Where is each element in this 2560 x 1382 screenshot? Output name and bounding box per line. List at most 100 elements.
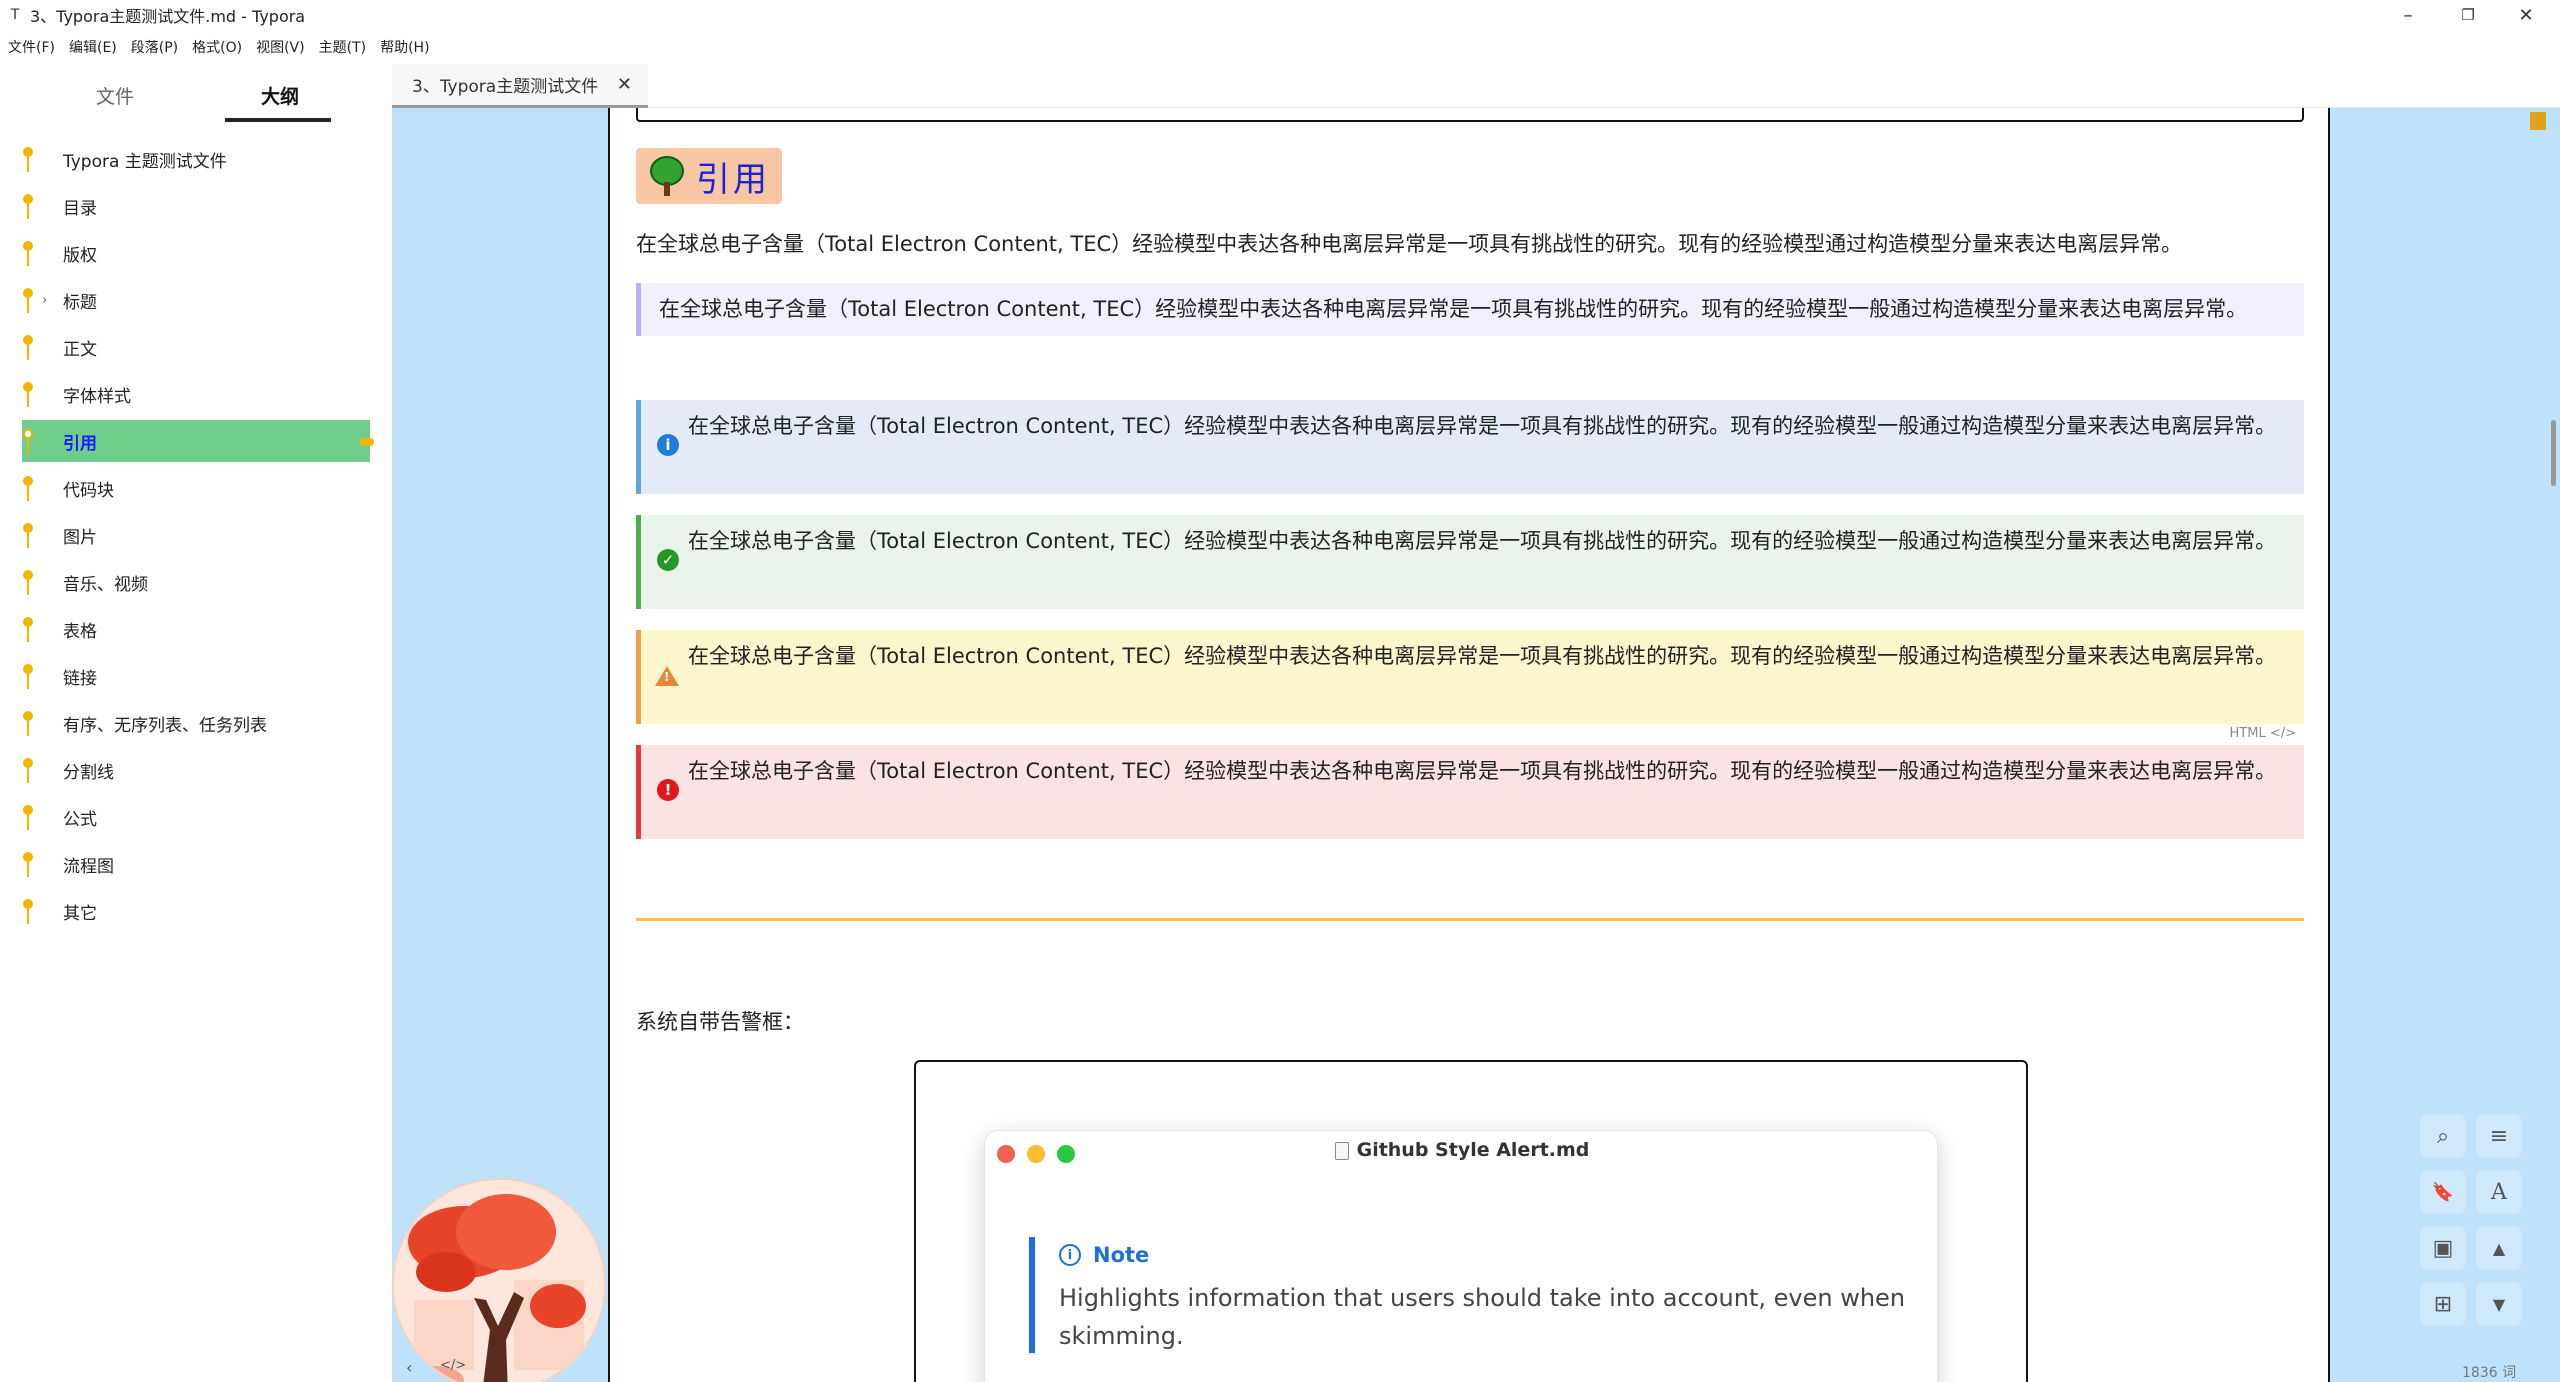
tree-structure-icon[interactable]: ⊞ (2420, 1282, 2466, 1326)
word-count[interactable]: 1836 词 (2462, 1362, 2516, 1382)
pin-icon (22, 711, 34, 737)
outline-item[interactable]: 目录 (22, 185, 370, 227)
outline-item-label: 版权 (63, 245, 97, 266)
scroll-down-icon[interactable]: ▼ (2476, 1282, 2522, 1326)
document-tab-label: 3、Typora主题测试文件 (412, 77, 599, 97)
search-icon[interactable]: ⌕ (2420, 1114, 2466, 1158)
menu-theme[interactable]: 主题(T) (319, 37, 366, 57)
menu-format[interactable]: 格式(O) (192, 37, 242, 57)
pin-icon (22, 805, 34, 831)
menu-file[interactable]: 文件(F) (8, 37, 55, 57)
outline-item-label: 音乐、视频 (63, 574, 148, 595)
bookmark-icon[interactable]: 🔖 (2420, 1170, 2466, 1214)
mock-window-title-text: Github Style Alert.md (1356, 1139, 1590, 1161)
outline-item[interactable]: 其它 (22, 890, 370, 932)
callout-text: 在全球总电子含量（Total Electron Content, TEC）经验模… (688, 529, 2277, 553)
window-title: 3、Typora主题测试文件.md - Typora (30, 7, 306, 26)
tree-icon (648, 156, 686, 196)
outline-item[interactable]: 有序、无序列表、任务列表 (22, 702, 370, 744)
minimize-button[interactable]: – (2378, 0, 2438, 30)
tab-files[interactable]: 文件 (96, 82, 134, 109)
document-tab-bar: 3、Typora主题测试文件 ✕ (392, 64, 2560, 108)
maximize-button[interactable]: ❐ (2438, 0, 2498, 30)
outline-item[interactable]: › 标题 (22, 279, 370, 321)
system-alert-label[interactable]: 系统自带告警框： (636, 1006, 804, 1036)
source-mode-icon[interactable]: </> (440, 1358, 466, 1373)
pin-icon (22, 241, 34, 267)
menu-bar: 文件(F) 编辑(E) 段落(P) 格式(O) 视图(V) 主题(T) 帮助(H… (0, 34, 436, 60)
info-circle-icon: i (1059, 1244, 1081, 1266)
font-icon[interactable]: A (2476, 1170, 2522, 1214)
body-paragraph[interactable]: 在全球总电子含量（Total Electron Content, TEC）经验模… (636, 228, 2304, 261)
html-source-toggle[interactable]: HTML </> (2230, 726, 2296, 741)
warning-icon: ! (655, 666, 679, 686)
outline-item-label: 分割线 (63, 762, 114, 783)
section-heading[interactable]: 引用 (636, 148, 782, 204)
screenshot-image[interactable]: Github Style Alert.md i Note Highlights … (914, 1060, 2028, 1382)
document-page: 引用 在全球总电子含量（Total Electron Content, TEC）… (608, 108, 2330, 1382)
tab-document[interactable]: 3、Typora主题测试文件 ✕ (392, 64, 648, 108)
outline-item[interactable]: 正文 (22, 326, 370, 368)
outline-item-label: 公式 (63, 809, 97, 830)
outline-item[interactable]: 分割线 (22, 749, 370, 791)
pin-icon (22, 570, 34, 596)
alert-body: Highlights information that users should… (1059, 1284, 1906, 1350)
alert-title: Note (1093, 1243, 1150, 1267)
tab-outline[interactable]: 大纲 (261, 82, 299, 109)
editor-workspace: 引用 在全球总电子含量（Total Electron Content, TEC）… (392, 108, 2560, 1382)
blockquote-text: 在全球总电子含量（Total Electron Content, TEC）经验模… (659, 297, 2248, 321)
outline-item[interactable]: 版权 (22, 232, 370, 274)
collapse-sidebar-icon[interactable]: ‹ (406, 1358, 412, 1377)
check-icon: ✓ (657, 549, 679, 571)
expand-chevron-icon[interactable]: › (42, 293, 47, 308)
outline-item-label: 表格 (63, 621, 97, 642)
pin-icon (22, 758, 34, 784)
outline-item[interactable]: 表格 (22, 608, 370, 650)
callout-tip[interactable]: ✓ 在全球总电子含量（Total Electron Content, TEC）经… (636, 515, 2304, 609)
outline-item[interactable]: Typora 主题测试文件 (22, 138, 370, 180)
outline-icon[interactable]: ≡ (2476, 1114, 2522, 1158)
pin-icon (22, 664, 34, 690)
callout-warning[interactable]: ! 在全球总电子含量（Total Electron Content, TEC）经… (636, 630, 2304, 724)
active-marker (360, 438, 374, 446)
outline-item-label: 图片 (63, 527, 97, 548)
outline-item[interactable]: 字体样式 (22, 373, 370, 415)
pin-icon (22, 335, 34, 361)
outline-item[interactable]: 链接 (22, 655, 370, 697)
outline-item-label: 其它 (63, 903, 97, 924)
outline-item-label: 字体样式 (63, 386, 131, 407)
alert-bar (1029, 1237, 1035, 1353)
callout-note[interactable]: i 在全球总电子含量（Total Electron Content, TEC）经… (636, 400, 2304, 494)
outline-item-label: 链接 (63, 668, 97, 689)
callout-error[interactable]: ! 在全球总电子含量（Total Electron Content, TEC）经… (636, 745, 2304, 839)
heading-text: 引用 (696, 159, 770, 200)
alert-header: i Note (1059, 1243, 1149, 1267)
menu-edit[interactable]: 编辑(E) (69, 37, 117, 57)
outline-item[interactable]: 流程图 (22, 843, 370, 885)
image-icon[interactable]: ▣ (2420, 1226, 2466, 1270)
outline-item-active[interactable]: 引用 (22, 420, 374, 462)
pin-icon (22, 429, 34, 455)
blockquote[interactable]: 在全球总电子含量（Total Electron Content, TEC）经验模… (636, 283, 2304, 336)
outline-item-label: 目录 (63, 198, 97, 219)
callout-text: 在全球总电子含量（Total Electron Content, TEC）经验模… (688, 759, 2277, 783)
scrollbar-thumb[interactable] (2551, 420, 2556, 486)
outline-item[interactable]: 音乐、视频 (22, 561, 370, 603)
bookmark-marker[interactable] (2530, 112, 2546, 130)
warning-glyph: ! (664, 670, 670, 684)
outline-item-label: 代码块 (63, 480, 114, 501)
menu-view[interactable]: 视图(V) (256, 37, 305, 57)
outline-item[interactable]: 图片 (22, 514, 370, 556)
error-icon: ! (657, 779, 679, 801)
outline-item-label: 引用 (63, 433, 97, 454)
menu-paragraph[interactable]: 段落(P) (131, 37, 178, 57)
outline-item[interactable]: 代码块 (22, 467, 370, 509)
scroll-up-icon[interactable]: ▲ (2476, 1226, 2522, 1270)
menu-help[interactable]: 帮助(H) (380, 37, 429, 57)
close-window-button[interactable]: ✕ (2496, 0, 2556, 30)
theme-avatar-image (392, 1178, 606, 1382)
pin-icon (22, 899, 34, 925)
pin-icon (22, 288, 34, 314)
outline-item[interactable]: 公式 (22, 796, 370, 838)
close-tab-icon[interactable]: ✕ (617, 74, 632, 95)
